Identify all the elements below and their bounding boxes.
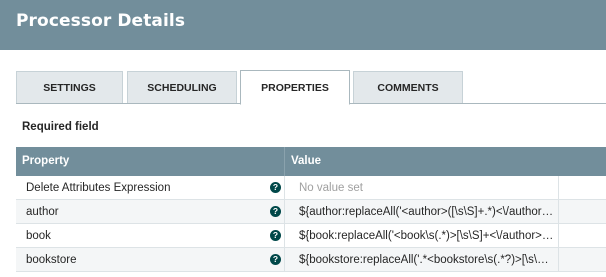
dialog-header: Processor Details bbox=[0, 0, 606, 50]
cell-divider bbox=[558, 224, 559, 248]
property-value[interactable]: ${author:replaceAll('<author>([\s\S]+.*)… bbox=[299, 200, 555, 224]
table-row[interactable]: book ? ${book:replaceAll('<book\s(.*)>[\… bbox=[16, 224, 606, 248]
question-circle-icon[interactable]: ? bbox=[270, 182, 281, 193]
question-circle-icon[interactable]: ? bbox=[270, 230, 281, 241]
tab-scheduling[interactable]: SCHEDULING bbox=[127, 71, 237, 103]
property-name: book bbox=[26, 230, 51, 242]
cell-divider bbox=[284, 176, 285, 200]
column-header-property[interactable]: Property bbox=[22, 147, 69, 176]
tab-settings[interactable]: SETTINGS bbox=[16, 71, 123, 103]
property-name: Delete Attributes Expression bbox=[26, 182, 171, 194]
column-header-value[interactable]: Value bbox=[291, 147, 321, 176]
table-row[interactable]: Delete Attributes Expression ? No value … bbox=[16, 176, 606, 200]
column-divider[interactable] bbox=[284, 147, 285, 176]
cell-divider bbox=[558, 248, 559, 272]
properties-table: Property Value Delete Attributes Express… bbox=[16, 147, 606, 272]
question-circle-icon[interactable]: ? bbox=[270, 254, 281, 265]
table-row[interactable]: bookstore ? ${bookstore:replaceAll('.*<b… bbox=[16, 248, 606, 272]
property-value[interactable]: ${bookstore:replaceAll('.*<bookstore\s(.… bbox=[299, 248, 555, 272]
table-header: Property Value bbox=[16, 147, 606, 176]
property-name: author bbox=[26, 206, 59, 218]
cell-divider bbox=[284, 200, 285, 224]
table-row[interactable]: author ? ${author:replaceAll('<author>([… bbox=[16, 200, 606, 224]
property-name: bookstore bbox=[26, 254, 77, 266]
tab-properties[interactable]: PROPERTIES bbox=[240, 70, 350, 105]
dialog-title: Processor Details bbox=[16, 11, 186, 31]
property-value[interactable]: ${book:replaceAll('<book\s(.*)>[\s\S]+<\… bbox=[299, 224, 555, 248]
property-value[interactable]: No value set bbox=[299, 176, 555, 200]
cell-divider bbox=[558, 176, 559, 200]
cell-divider bbox=[558, 200, 559, 224]
cell-divider bbox=[284, 248, 285, 272]
cell-divider bbox=[284, 224, 285, 248]
tab-comments[interactable]: COMMENTS bbox=[353, 71, 463, 103]
tab-bar: SETTINGS SCHEDULING PROPERTIES COMMENTS bbox=[16, 70, 606, 105]
required-field-label: Required field bbox=[22, 121, 99, 133]
question-circle-icon[interactable]: ? bbox=[270, 206, 281, 217]
